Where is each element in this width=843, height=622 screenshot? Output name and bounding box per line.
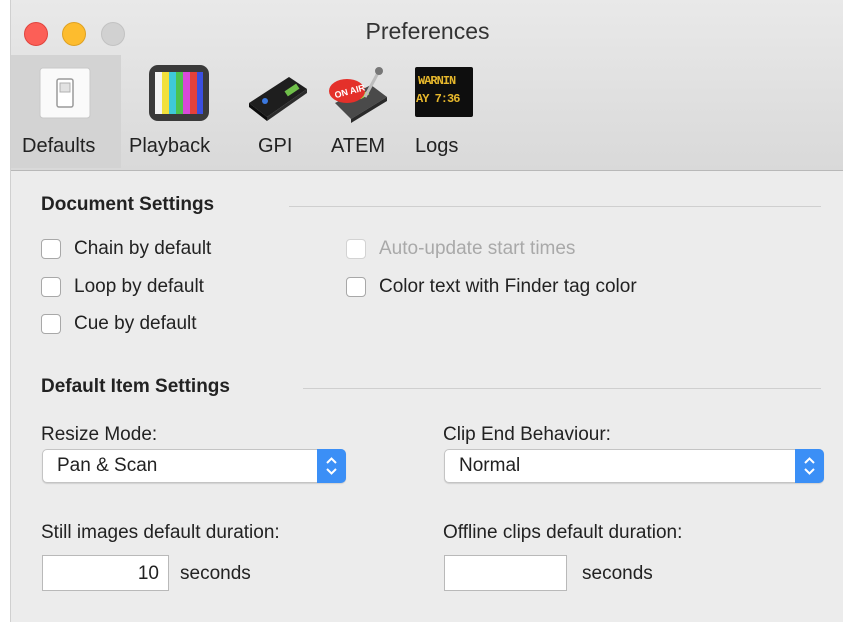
tab-atem-label: ATEM (331, 135, 386, 157)
clip-end-behaviour-value: Normal (459, 455, 521, 476)
loop-by-default-checkbox[interactable]: Loop by default (41, 276, 204, 298)
up-down-arrows-icon (317, 449, 346, 483)
resize-mode-label: Resize Mode: (41, 424, 158, 445)
tab-defaults-label: Defaults (22, 135, 96, 157)
still-images-duration-label: Still images default duration: (41, 522, 280, 543)
checkbox-label: Chain by default (74, 238, 212, 259)
still-images-seconds-label: seconds (180, 563, 251, 584)
chain-by-default-checkbox[interactable]: Chain by default (41, 238, 211, 260)
default-item-settings-heading: Default Item Settings (41, 376, 230, 397)
document-settings-heading: Document Settings (41, 194, 215, 215)
checkbox-box[interactable] (41, 239, 61, 259)
offline-clips-duration-input[interactable] (444, 555, 567, 591)
tab-logs-label: Logs (415, 135, 459, 157)
section-divider (303, 388, 821, 389)
clip-end-behaviour-popup[interactable]: Normal (444, 449, 824, 483)
checkbox-label: Loop by default (74, 276, 204, 297)
clip-end-behaviour-label: Clip End Behaviour: (443, 424, 611, 445)
tab-playback-label: Playback (129, 135, 211, 157)
tab-logs[interactable]: WARNIN AY 7:36 Logs (405, 55, 477, 168)
checkbox-label: Cue by default (74, 313, 197, 334)
tv-test-pattern-icon (147, 63, 209, 123)
window-title: Preferences (365, 18, 490, 44)
gpi-box-icon (245, 63, 307, 123)
auto-update-start-times-checkbox: Auto-update start times (346, 238, 575, 260)
checkbox-box[interactable] (41, 277, 61, 297)
led-sign-line-2: AY 7:36 (416, 92, 460, 106)
tab-atem[interactable]: ON AIR ATEM (317, 55, 401, 168)
checkbox-box (346, 239, 366, 259)
offline-clips-duration-label: Offline clips default duration: (443, 522, 683, 543)
resize-mode-popup[interactable]: Pan & Scan (42, 449, 346, 483)
checkbox-box[interactable] (346, 277, 366, 297)
resize-mode-value: Pan & Scan (57, 455, 158, 476)
led-sign-icon: WARNIN AY 7:36 (415, 67, 473, 117)
section-divider (289, 206, 821, 207)
up-down-arrows-icon (795, 449, 824, 483)
on-air-switcher-icon: ON AIR (325, 63, 387, 123)
color-text-finder-tag-checkbox[interactable]: Color text with Finder tag color (346, 276, 637, 298)
switch-icon (35, 63, 95, 123)
checkbox-label: Color text with Finder tag color (379, 276, 637, 297)
checkbox-box[interactable] (41, 314, 61, 334)
offline-clips-seconds-label: seconds (582, 563, 653, 584)
tab-defaults[interactable]: Defaults (11, 55, 121, 168)
led-sign-line-1: WARNIN (418, 74, 456, 88)
checkbox-label: Auto-update start times (379, 238, 576, 259)
preferences-window: Preferences Defaults Playback GPI ON AIR… (10, 0, 843, 622)
tab-playback[interactable]: Playback (123, 55, 235, 168)
title-bar-toolbar: Preferences Defaults Playback GPI ON AIR… (11, 0, 843, 171)
tab-gpi-label: GPI (258, 135, 293, 157)
cue-by-default-checkbox[interactable]: Cue by default (41, 313, 197, 335)
tab-gpi[interactable]: GPI (239, 55, 315, 168)
still-images-duration-input[interactable]: 10 (42, 555, 169, 591)
